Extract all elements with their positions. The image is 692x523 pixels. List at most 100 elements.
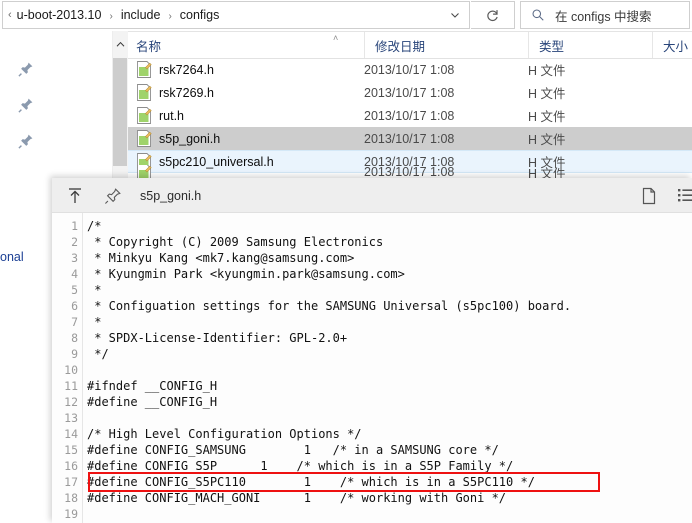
back-chevron-icon[interactable]: ‹ [3, 9, 15, 21]
h-file-icon [136, 84, 152, 101]
pin-icon[interactable] [18, 61, 34, 77]
table-row-selected[interactable]: s5p_goni.h 2013/10/17 1:08 H 文件 [128, 127, 692, 150]
line-number: 17 [64, 475, 78, 489]
code-line[interactable]: * Minkyu Kang <mk7.kang@samsung.com> [87, 250, 354, 266]
line-number: 6 [71, 299, 78, 313]
editor-file-title: s5p_goni.h [140, 188, 202, 203]
line-number: 15 [64, 443, 78, 457]
screenshot-root: ‹ u-boot-2013.10 › include › configs 在 c… [0, 0, 692, 523]
column-header-name[interactable]: 名称 ˄ [128, 32, 364, 58]
search-placeholder: 在 configs 中搜索 [555, 9, 652, 24]
file-type: H 文件 [528, 87, 566, 101]
line-number: 12 [64, 395, 78, 409]
code-line[interactable]: * Kyungmin Park <kyungmin.park@samsung.c… [87, 266, 405, 282]
column-header-type[interactable]: 类型 [528, 32, 652, 58]
refresh-icon [487, 9, 498, 21]
file-date: 2013/10/17 1:08 [364, 165, 455, 179]
code-line[interactable]: #define CONFIG_S5P 1 /* which is in a S5… [87, 458, 513, 474]
line-number: 4 [71, 267, 78, 281]
search-icon [532, 9, 544, 21]
code-line[interactable]: #define CONFIG_MACH_GONI 1 /* working wi… [87, 490, 506, 506]
line-number: 10 [64, 363, 78, 377]
refresh-button[interactable] [471, 1, 515, 29]
column-header-size-label: 大小 [663, 39, 689, 54]
table-row-occluded[interactable]: 2013/10/17 1:08 H 文件 [128, 165, 692, 179]
column-header-row: 名称 ˄ 修改日期 类型 大小 [128, 32, 692, 59]
code-line[interactable]: #define __CONFIG_H [87, 394, 217, 410]
new-document-icon[interactable] [640, 187, 658, 205]
line-number: 1 [71, 219, 78, 233]
sort-ascending-icon: ˄ [333, 33, 339, 43]
code-area[interactable]: /* * Copyright (C) 2009 Samsung Electron… [83, 213, 692, 523]
code-line[interactable]: * Configuation settings for the SAMSUNG … [87, 298, 571, 314]
code-line[interactable]: * [87, 282, 101, 298]
table-row[interactable]: rut.h 2013/10/17 1:08 H 文件 [128, 104, 692, 127]
chevron-down-icon[interactable] [449, 9, 461, 21]
address-bar: ‹ u-boot-2013.10 › include › configs 在 c… [0, 0, 692, 32]
line-number: 18 [64, 491, 78, 505]
line-number: 3 [71, 251, 78, 265]
line-number: 2 [71, 235, 78, 249]
line-number: 7 [71, 315, 78, 329]
code-line[interactable]: * [87, 314, 101, 330]
file-type: H 文件 [528, 166, 566, 180]
line-number: 19 [64, 507, 78, 521]
open-up-icon[interactable] [66, 187, 84, 205]
breadcrumb-separator-icon: › [168, 10, 172, 22]
nav-item-truncated-label[interactable]: onal [0, 250, 24, 264]
column-header-date-label: 修改日期 [375, 39, 426, 54]
code-line[interactable]: #define CONFIG_S5PC110 1 /* which is in … [87, 474, 535, 490]
table-row[interactable]: rsk7264.h 2013/10/17 1:08 H 文件 [128, 58, 692, 81]
line-number: 14 [64, 427, 78, 441]
h-file-icon [136, 165, 152, 179]
code-line[interactable]: * Copyright (C) 2009 Samsung Electronics [87, 234, 383, 250]
file-name: rsk7269.h [159, 85, 214, 100]
code-line[interactable]: */ [87, 346, 108, 362]
text-editor-window: s5p_goni.h 1 2 3 4 5 6 7 8 9 10 11 12 13 14 15 16 17 18 19… [52, 178, 692, 523]
column-header-name-label: 名称 [136, 39, 162, 54]
pin-icon[interactable] [104, 187, 122, 205]
h-file-icon [136, 107, 152, 124]
breadcrumb-item-2[interactable]: configs [178, 8, 222, 22]
line-number: 5 [71, 283, 78, 297]
editor-body: 1 2 3 4 5 6 7 8 9 10 11 12 13 14 15 16 17 18 19 /* * Copyr… [52, 213, 692, 523]
line-number-gutter: 1 2 3 4 5 6 7 8 9 10 11 12 13 14 15 16 17 18 19 [52, 213, 83, 523]
pin-icon[interactable] [18, 97, 34, 113]
table-row[interactable]: rsk7269.h 2013/10/17 1:08 H 文件 [128, 81, 692, 104]
line-number: 8 [71, 331, 78, 345]
navigation-scrollbar-thumb[interactable] [113, 58, 127, 166]
column-header-size[interactable]: 大小 [652, 32, 692, 58]
line-number: 16 [64, 459, 78, 473]
pin-icon[interactable] [18, 133, 34, 149]
line-number: 13 [64, 411, 78, 425]
file-name: s5p_goni.h [159, 131, 221, 146]
column-header-date[interactable]: 修改日期 [364, 32, 528, 58]
code-line[interactable]: /* High Level Configuration Options */ [87, 426, 362, 442]
file-date: 2013/10/17 1:08 [364, 108, 455, 123]
code-line[interactable]: /* [87, 218, 101, 234]
code-line[interactable]: * SPDX-License-Identifier: GPL-2.0+ [87, 330, 347, 346]
file-type: H 文件 [528, 133, 566, 147]
file-name: rut.h [159, 108, 185, 123]
breadcrumb-item-1[interactable]: include [119, 8, 163, 22]
code-line[interactable]: #define CONFIG_SAMSUNG 1 /* in a SAMSUNG… [87, 442, 499, 458]
chevron-up-icon [116, 41, 124, 47]
list-menu-icon[interactable] [677, 187, 692, 205]
breadcrumb-item-0[interactable]: u-boot-2013.10 [15, 8, 104, 22]
file-date: 2013/10/17 1:08 [364, 85, 455, 100]
line-number: 9 [71, 347, 78, 361]
search-input[interactable]: 在 configs 中搜索 [520, 1, 690, 29]
scroll-up-button[interactable] [113, 33, 127, 55]
h-file-icon [136, 61, 152, 78]
file-name: rsk7264.h [159, 62, 214, 77]
editor-toolbar: s5p_goni.h [52, 178, 692, 213]
file-date: 2013/10/17 1:08 [364, 131, 455, 146]
breadcrumb[interactable]: ‹ u-boot-2013.10 › include › configs [2, 1, 470, 29]
h-file-icon [136, 130, 152, 147]
code-line[interactable]: #ifndef __CONFIG_H [87, 378, 217, 394]
line-number: 11 [64, 379, 78, 393]
column-header-type-label: 类型 [539, 39, 565, 54]
file-date: 2013/10/17 1:08 [364, 62, 455, 77]
file-type: H 文件 [528, 64, 566, 78]
file-type: H 文件 [528, 110, 566, 124]
